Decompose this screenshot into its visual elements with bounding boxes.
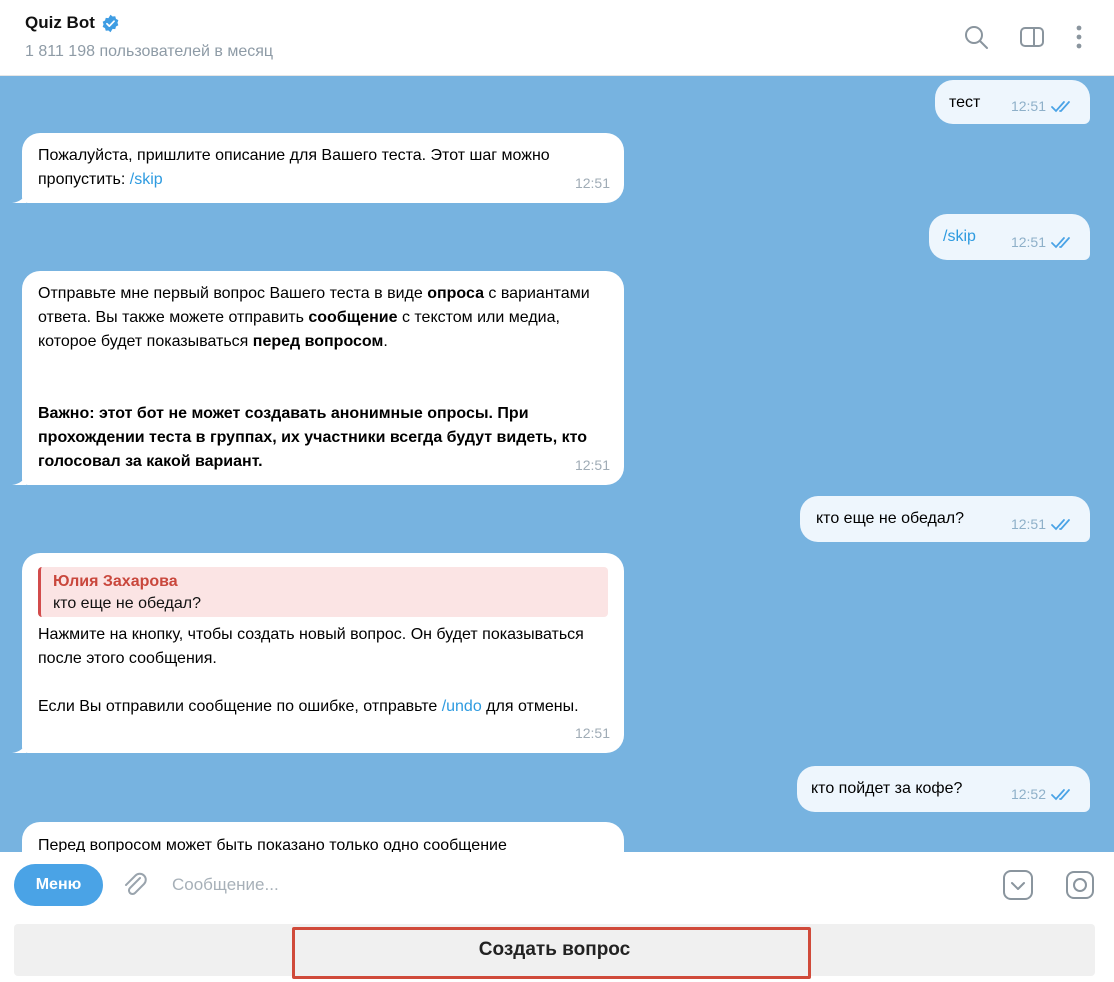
message-text: Нажмите на кнопку, чтобы создать новый в… [38,626,589,667]
bot-keyboard-icon[interactable] [1001,868,1035,902]
more-options-icon[interactable] [1064,22,1094,52]
chat-header: Quiz Bot 1 811 198 пользователей в месяц [0,0,1114,76]
message-input[interactable] [172,870,952,900]
chat-subtitle: 1 811 198 пользователей в месяц [25,43,274,60]
reply-author: Юлия Захарова [53,573,178,590]
title-row[interactable]: Quiz Bot [25,13,120,33]
message-time: 12:51 [574,457,610,473]
bubble-tail [12,741,26,753]
incoming-message[interactable]: Пожалуйста, пришлите описание для Вашего… [22,133,624,203]
read-checks-icon [1051,789,1070,801]
incoming-message[interactable]: Юлия Захарова кто еще не обедал? Нажмите… [22,553,624,753]
message-time: 12:51 [1010,516,1046,532]
incoming-message[interactable]: Отправьте мне первый вопрос Вашего теста… [22,271,624,485]
camera-icon[interactable] [1063,868,1097,902]
message-time: 12:51 [1010,98,1046,114]
incoming-message[interactable]: Перед вопросом может быть показано тольк… [22,822,624,852]
create-question-button[interactable]: Создать вопрос [14,924,1095,976]
verified-icon [102,14,119,32]
message-time: 12:52 [1010,786,1046,802]
reply-text: кто еще не обедал? [53,595,201,612]
menu-button[interactable]: Меню [14,864,103,906]
message-time: 12:51 [1010,234,1046,250]
composer-bar: Меню [0,852,1114,916]
read-checks-icon [1051,101,1070,113]
bubble-tail [12,473,26,485]
message-text: Если Вы отправили сообщение по ошибке, о… [38,698,579,715]
attach-icon[interactable] [120,870,150,900]
chat-title[interactable]: Quiz Bot [25,13,95,33]
read-checks-icon [1051,519,1070,531]
skip-command-link[interactable]: /skip [943,228,976,245]
outgoing-message[interactable]: кто пойдет за кофе? 12:52 [797,766,1090,812]
bubble-tail [12,191,26,203]
message-time: 12:51 [574,725,610,741]
read-checks-icon [1051,237,1070,249]
chat-area[interactable]: тест 12:51 Пожалуйста, пришлите описание… [0,76,1114,852]
message-text: /skip [943,225,976,249]
sidebar-toggle-icon[interactable] [1017,22,1047,52]
message-text: кто еще не обедал? [816,510,964,527]
message-text: кто пойдет за кофе? [811,780,963,797]
message-time: 12:51 [574,175,610,191]
search-icon[interactable] [961,22,991,52]
message-text: Перед вопросом может быть показано тольк… [38,837,507,852]
reply-quote[interactable]: Юлия Захарова кто еще не обедал? [38,567,608,617]
skip-command-link[interactable]: /skip [130,171,163,188]
bot-keyboard: Создать вопрос [0,916,1114,982]
outgoing-message[interactable]: тест 12:51 [935,80,1090,124]
message-text: Пожалуйста, пришлите описание для Вашего… [38,147,555,188]
outgoing-message[interactable]: кто еще не обедал? 12:51 [800,496,1090,542]
message-warning-text: Важно: этот бот не может создавать анони… [38,405,592,470]
message-text: тест [949,94,981,111]
undo-command-link[interactable]: /undo [442,698,482,715]
message-text: Отправьте мне первый вопрос Вашего теста… [38,285,595,350]
outgoing-message[interactable]: /skip 12:51 [929,214,1090,260]
